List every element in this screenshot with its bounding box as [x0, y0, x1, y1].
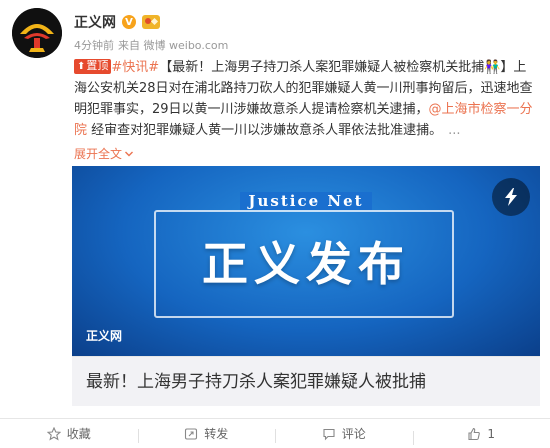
repost-label: 转发	[204, 427, 229, 441]
card-watermark: 正义网	[86, 329, 123, 343]
card-brand: Justice Net	[72, 192, 540, 210]
post-line-1: ⬆置顶 #快讯#【最新！上海男子持刀杀人案犯罪嫌疑人被检察机关批捕👫】上	[74, 57, 540, 78]
post-headline: 【最新！上海男子持刀杀人案犯罪嫌疑人被检察机关批捕👫】上	[159, 60, 527, 75]
lightning-icon	[505, 188, 517, 206]
expand-full-text[interactable]: 展开全文	[74, 145, 134, 162]
card-big-title: 正义发布	[202, 237, 410, 291]
comment-label: 评论	[341, 427, 366, 441]
avatar[interactable]	[12, 8, 62, 58]
hashtag-link[interactable]: #快讯#	[111, 60, 159, 75]
action-bar: 收藏 转发 评论 1	[0, 418, 550, 448]
post-line-2: 海公安机关28日对在浦北路持刀砍人的犯罪嫌疑人黄一川刑事拘留后，迅速地查	[74, 81, 533, 96]
repost-icon	[185, 427, 198, 440]
gold-badge-icon	[142, 15, 160, 29]
thumbs-up-icon	[468, 427, 481, 440]
post-source[interactable]: 来自 微博 weibo.com	[118, 37, 228, 53]
comment-icon	[323, 428, 335, 440]
post-line-4: 院 经审查对犯罪嫌疑人黄一川以涉嫌故意杀人罪依法批准逮捕。...	[74, 123, 461, 138]
comment-button[interactable]: 评论	[275, 425, 413, 443]
post-line-3: 明犯罪事实，29日以黄一川涉嫌故意杀人提请检察机关逮捕，@上海市检察一分	[74, 102, 533, 117]
author-row: 正义网 V	[74, 12, 160, 32]
post-text: ⬆置顶 #快讯#【最新！上海男子持刀杀人案犯罪嫌疑人被检察机关批捕👫】上 海公安机…	[74, 57, 540, 141]
repost-button[interactable]: 转发	[137, 425, 276, 443]
favorite-label: 收藏	[66, 427, 91, 441]
star-icon	[46, 426, 61, 441]
like-count: 1	[487, 426, 496, 441]
expand-label: 展开全文	[74, 147, 123, 161]
article-card-image[interactable]: Justice Net 正义发布 正义网	[72, 166, 540, 356]
post-time[interactable]: 4分钟前	[74, 37, 114, 53]
ellipsis: ...	[448, 123, 461, 138]
pin-icon: ⬆	[77, 61, 86, 72]
justice-logo-icon	[12, 8, 62, 58]
post-meta: 4分钟前 来自 微博 weibo.com	[74, 37, 228, 53]
author-name[interactable]: 正义网	[74, 12, 116, 32]
lightning-share-button[interactable]	[492, 178, 530, 216]
favorite-button[interactable]: 收藏	[0, 425, 138, 442]
v-badge-icon: V	[122, 15, 136, 29]
article-card-title[interactable]: 最新！上海男子持刀杀人案犯罪嫌疑人被批捕	[72, 356, 540, 406]
like-button[interactable]: 1	[412, 426, 550, 445]
top-tag: ⬆置顶	[74, 59, 112, 74]
chevron-down-icon	[125, 151, 134, 156]
mention-link[interactable]: @上海市检察一分	[429, 102, 533, 117]
mention-link-cont[interactable]: 院	[74, 123, 87, 138]
